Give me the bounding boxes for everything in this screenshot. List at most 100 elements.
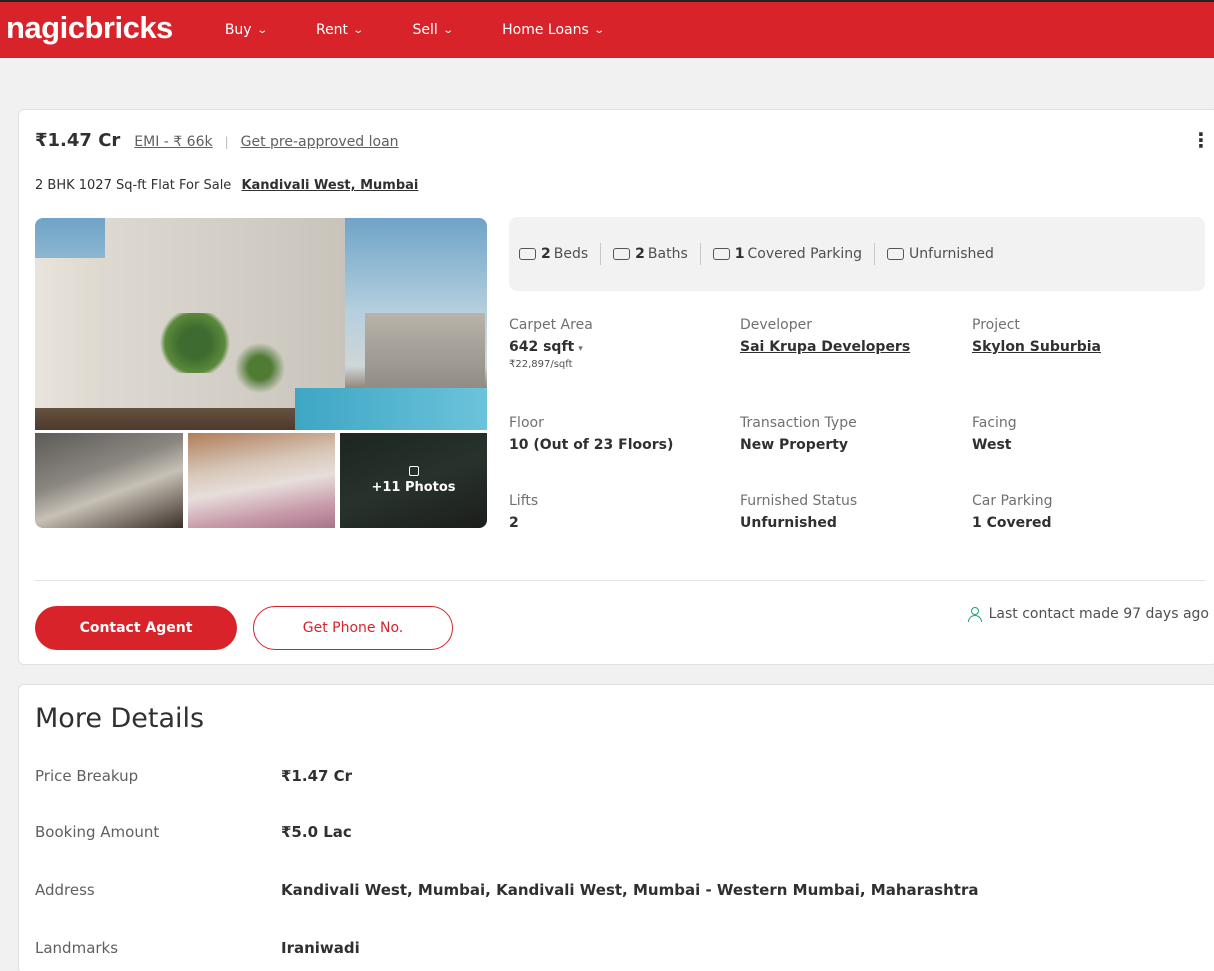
- beds-value: 2: [541, 246, 551, 262]
- brand-logo[interactable]: nagicbricks: [6, 10, 173, 46]
- nav-rent[interactable]: Rent ⌄: [315, 22, 365, 38]
- bath-icon: [613, 248, 631, 260]
- photo-thumbnail[interactable]: [35, 433, 183, 528]
- main-nav: Buy ⌄ Rent ⌄ Sell ⌄ Home Loans ⌄: [225, 22, 653, 38]
- spec-car-parking: Car Parking 1 Covered: [972, 493, 1052, 531]
- beds-label: Beds: [553, 246, 589, 262]
- baths-value: 2: [635, 246, 645, 262]
- divider: [699, 243, 701, 265]
- furniture-icon: [887, 248, 905, 260]
- detail-label: Address: [35, 881, 95, 899]
- spec-label: Transaction Type: [740, 415, 857, 431]
- more-photos-count: +11 Photos: [371, 480, 456, 495]
- divider: [874, 243, 876, 265]
- chevron-down-icon: ⌄: [593, 24, 605, 36]
- property-price: ₹1.47 Cr: [35, 130, 121, 151]
- contact-agent-button[interactable]: Contact Agent: [35, 606, 237, 650]
- last-contact-info: Last contact made 97 days ago: [967, 606, 1209, 622]
- spec-value: 2: [509, 515, 519, 531]
- nav-home-loans[interactable]: Home Loans ⌄: [502, 22, 605, 38]
- main-photo[interactable]: [35, 218, 487, 430]
- spec-label: Developer: [740, 317, 813, 333]
- car-icon: [712, 248, 730, 260]
- spec-carpet-area: Carpet Area 642 sqft ▾ ₹22,897/sqft: [509, 317, 593, 370]
- parking-value: 1: [734, 246, 745, 262]
- parking-chip: 1 Covered Parking: [712, 246, 863, 262]
- photo-icon: [408, 466, 419, 476]
- pre-approved-loan-link[interactable]: Get pre-approved loan: [241, 134, 399, 150]
- nav-buy-label: Buy: [224, 22, 252, 38]
- property-title-text: 2 BHK 1027 Sq-ft Flat For Sale: [35, 178, 232, 193]
- nav-rent-label: Rent: [315, 22, 349, 38]
- person-icon: [967, 607, 982, 622]
- photo-detail: [295, 388, 487, 430]
- locality-link[interactable]: Kandivali West, Mumbai: [241, 178, 418, 193]
- nav-home-loans-label: Home Loans: [502, 22, 589, 38]
- spec-value: 10 (Out of 23 Floors): [509, 437, 674, 453]
- price-per-sqft: ₹22,897/sqft: [509, 359, 573, 370]
- detail-value: ₹5.0 Lac: [281, 823, 352, 841]
- detail-label: Booking Amount: [35, 823, 160, 841]
- photo-detail: [230, 343, 290, 393]
- divider: |: [224, 135, 229, 149]
- amenity-chips: 2 Beds 2 Baths 1 Covered Parking Unfurni…: [509, 217, 1205, 291]
- chevron-down-icon: ⌄: [352, 24, 365, 36]
- spec-value: Unfurnished: [740, 515, 837, 531]
- photo-detail: [365, 313, 485, 393]
- developer-link[interactable]: Sai Krupa Developers: [740, 339, 910, 355]
- chevron-down-icon: ⌄: [442, 24, 454, 36]
- photo-detail: [155, 313, 235, 373]
- detail-row-address: Address Kandivali West, Mumbai, Kandival…: [35, 881, 978, 899]
- section-heading: More Details: [35, 703, 205, 734]
- baths-label: Baths: [647, 246, 688, 262]
- property-title: 2 BHK 1027 Sq-ft Flat For Sale Kandivali…: [35, 178, 418, 193]
- spec-value[interactable]: 642 sqft ▾: [509, 339, 593, 355]
- divider: [600, 243, 602, 265]
- detail-row-price-breakup: Price Breakup ₹1.47 Cr: [35, 767, 352, 785]
- spec-label: Lifts: [509, 493, 539, 509]
- detail-label: Landmarks: [35, 939, 119, 957]
- spec-facing: Facing West: [972, 415, 1017, 453]
- spec-label: Floor: [509, 415, 544, 431]
- emi-link[interactable]: EMI - ₹ 66k: [134, 134, 212, 150]
- last-contact-text: Last contact made 97 days ago: [988, 606, 1209, 622]
- nav-sell-label: Sell: [412, 22, 438, 38]
- spec-label: Facing: [972, 415, 1017, 431]
- chevron-down-icon: ⌄: [255, 24, 268, 36]
- spec-label: Project: [972, 317, 1020, 333]
- parking-label: Covered Parking: [747, 246, 863, 262]
- detail-row-landmarks: Landmarks Iraniwadi: [35, 939, 360, 957]
- detail-row-booking-amount: Booking Amount ₹5.0 Lac: [35, 823, 352, 841]
- caret-down-icon: ▾: [578, 344, 583, 354]
- spec-lifts: Lifts 2: [509, 493, 538, 531]
- detail-value: Kandivali West, Mumbai, Kandivali West, …: [281, 881, 979, 899]
- spec-label: Carpet Area: [509, 317, 593, 333]
- spec-label: Furnished Status: [740, 493, 858, 509]
- spec-value: 1 Covered: [972, 515, 1052, 531]
- project-link[interactable]: Skylon Suburbia: [972, 339, 1101, 355]
- detail-value: Iraniwadi: [281, 939, 360, 957]
- more-options-icon[interactable]: ⋮: [1191, 130, 1211, 150]
- get-phone-button[interactable]: Get Phone No.: [253, 606, 453, 650]
- spec-project: Project Skylon Suburbia: [972, 317, 1101, 355]
- more-details-section: More Details Price Breakup ₹1.47 Cr Book…: [18, 684, 1214, 971]
- furnishing-label: Unfurnished: [909, 246, 994, 262]
- detail-value: ₹1.47 Cr: [281, 767, 353, 785]
- spec-value: West: [972, 437, 1012, 453]
- detail-label: Price Breakup: [35, 767, 139, 785]
- top-nav-bar: nagicbricks Buy ⌄ Rent ⌄ Sell ⌄ Home Loans ⌄: [0, 0, 1214, 58]
- photo-thumbnail[interactable]: [188, 433, 335, 528]
- property-card: ₹1.47 Cr EMI - ₹ 66k | Get pre-approved …: [18, 109, 1214, 665]
- more-photos-thumbnail[interactable]: +11 Photos: [340, 433, 487, 528]
- more-photos-overlay: +11 Photos: [340, 433, 487, 528]
- spec-transaction-type: Transaction Type New Property: [740, 415, 857, 453]
- nav-buy[interactable]: Buy ⌄: [224, 22, 268, 38]
- spec-developer: Developer Sai Krupa Developers: [740, 317, 910, 355]
- bed-icon: [519, 248, 536, 260]
- carpet-area-value: 642 sqft: [509, 339, 575, 355]
- price-row: ₹1.47 Cr EMI - ₹ 66k | Get pre-approved …: [35, 130, 399, 151]
- nav-sell[interactable]: Sell ⌄: [412, 22, 454, 38]
- divider: [35, 580, 1205, 581]
- spec-furnished-status: Furnished Status Unfurnished: [740, 493, 857, 531]
- furnishing-chip: Unfurnished: [887, 246, 994, 262]
